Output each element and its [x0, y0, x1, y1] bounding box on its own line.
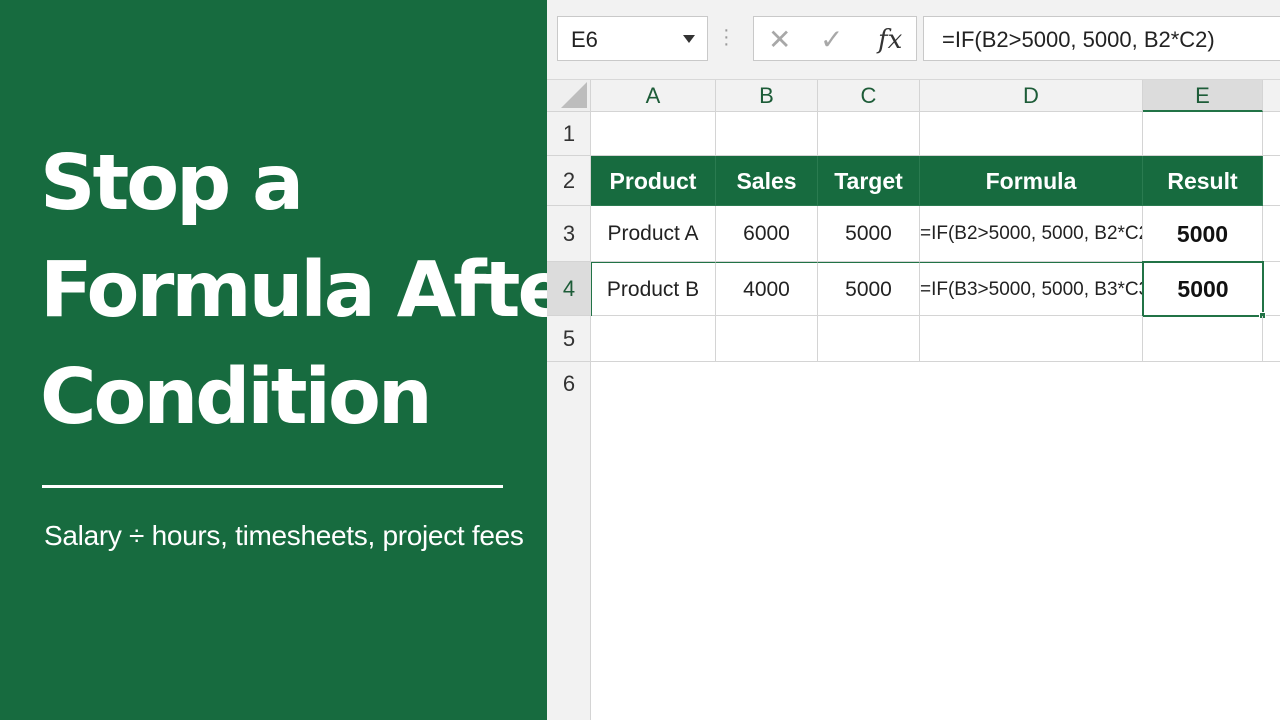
enter-icon[interactable]: ✓	[820, 23, 843, 56]
column-header-e[interactable]: E	[1143, 80, 1263, 112]
divider-line	[42, 485, 503, 488]
name-box[interactable]: E6	[557, 16, 708, 61]
header-cell-product[interactable]: Product	[591, 156, 716, 206]
column-header-f[interactable]	[1263, 80, 1280, 112]
headline-line-3: Condition	[40, 353, 433, 442]
cell-a1[interactable]	[591, 112, 716, 156]
formula-bar: E6 · · · ✕ ✓ fx =IF(B2>5000, 5000, B2*C2)	[547, 0, 1280, 80]
column-header-b[interactable]: B	[716, 80, 818, 112]
select-all-corner[interactable]	[547, 80, 591, 112]
cell-f2[interactable]	[1263, 156, 1280, 206]
cell-formula-a[interactable]: =IF(B2>5000, 5000, B2*C2)	[920, 206, 1143, 262]
cell-a5[interactable]	[591, 316, 716, 362]
cancel-icon[interactable]: ✕	[768, 23, 791, 56]
formula-input[interactable]: =IF(B2>5000, 5000, B2*C2)	[923, 16, 1280, 61]
row-highlight-edge	[591, 262, 592, 316]
cell-formula-b[interactable]: =IF(B3>5000, 5000, B3*C3)	[920, 262, 1143, 316]
cell-b1[interactable]	[716, 112, 818, 156]
cell-f4[interactable]	[1264, 262, 1280, 316]
header-cell-sales[interactable]: Sales	[716, 156, 818, 206]
row-header-4[interactable]: 4	[547, 262, 591, 316]
row-header-2[interactable]: 2	[547, 156, 591, 206]
cell-e5[interactable]	[1143, 316, 1263, 362]
column-header-a[interactable]: A	[591, 80, 716, 112]
cell-product-a[interactable]: Product A	[591, 206, 716, 262]
cell-d5[interactable]	[920, 316, 1143, 362]
cell-sales-b[interactable]: 4000	[716, 262, 818, 316]
select-all-icon	[561, 82, 587, 108]
row-header-3[interactable]: 3	[547, 206, 591, 262]
cell-result-a[interactable]: 5000	[1143, 206, 1263, 262]
formula-actions: ✕ ✓ fx	[753, 16, 917, 61]
cell-result-b[interactable]: 5000	[1142, 261, 1264, 317]
headline-line-2: Formula After	[40, 246, 605, 335]
row-header-5[interactable]: 5	[547, 316, 591, 362]
cell-f3[interactable]	[1263, 206, 1280, 262]
vertical-dots-icon[interactable]: · · ·	[723, 20, 730, 54]
cell-f5[interactable]	[1263, 316, 1280, 362]
chevron-down-icon[interactable]	[683, 35, 695, 43]
spreadsheet-window: E6 · · · ✕ ✓ fx =IF(B2>5000, 5000, B2*C2) …	[547, 0, 1280, 720]
name-box-value: E6	[571, 27, 598, 52]
cell-d1[interactable]	[920, 112, 1143, 156]
cell-c1[interactable]	[818, 112, 920, 156]
cell-target-a[interactable]: 5000	[818, 206, 920, 262]
cell-target-b[interactable]: 5000	[818, 262, 920, 316]
cell-f1[interactable]	[1263, 112, 1280, 156]
cell-product-b[interactable]: Product B	[591, 262, 716, 316]
column-header-c[interactable]: C	[818, 80, 920, 112]
headline: Stop a Formula After Condition	[40, 130, 605, 451]
header-cell-formula[interactable]: Formula	[920, 156, 1143, 206]
cell-e1[interactable]	[1143, 112, 1263, 156]
subtitle: Salary ÷ hours, timesheets, project fees	[44, 520, 524, 551]
headline-line-1: Stop a	[40, 139, 304, 228]
header-cell-target[interactable]: Target	[818, 156, 920, 206]
cell-sales-a[interactable]: 6000	[716, 206, 818, 262]
insert-function-icon[interactable]: fx	[878, 25, 902, 55]
header-cell-result[interactable]: Result	[1143, 156, 1263, 206]
column-header-d[interactable]: D	[920, 80, 1143, 112]
row-header-1[interactable]: 1	[547, 112, 591, 156]
cell-c5[interactable]	[818, 316, 920, 362]
title-banner: Stop a Formula After Condition Salary ÷ …	[0, 0, 605, 720]
cell-b5[interactable]	[716, 316, 818, 362]
row-header-6[interactable]: 6	[547, 362, 591, 406]
worksheet-grid: A B C D E 1 2 3 4 5 6 Product Sales Targ…	[547, 80, 1280, 720]
